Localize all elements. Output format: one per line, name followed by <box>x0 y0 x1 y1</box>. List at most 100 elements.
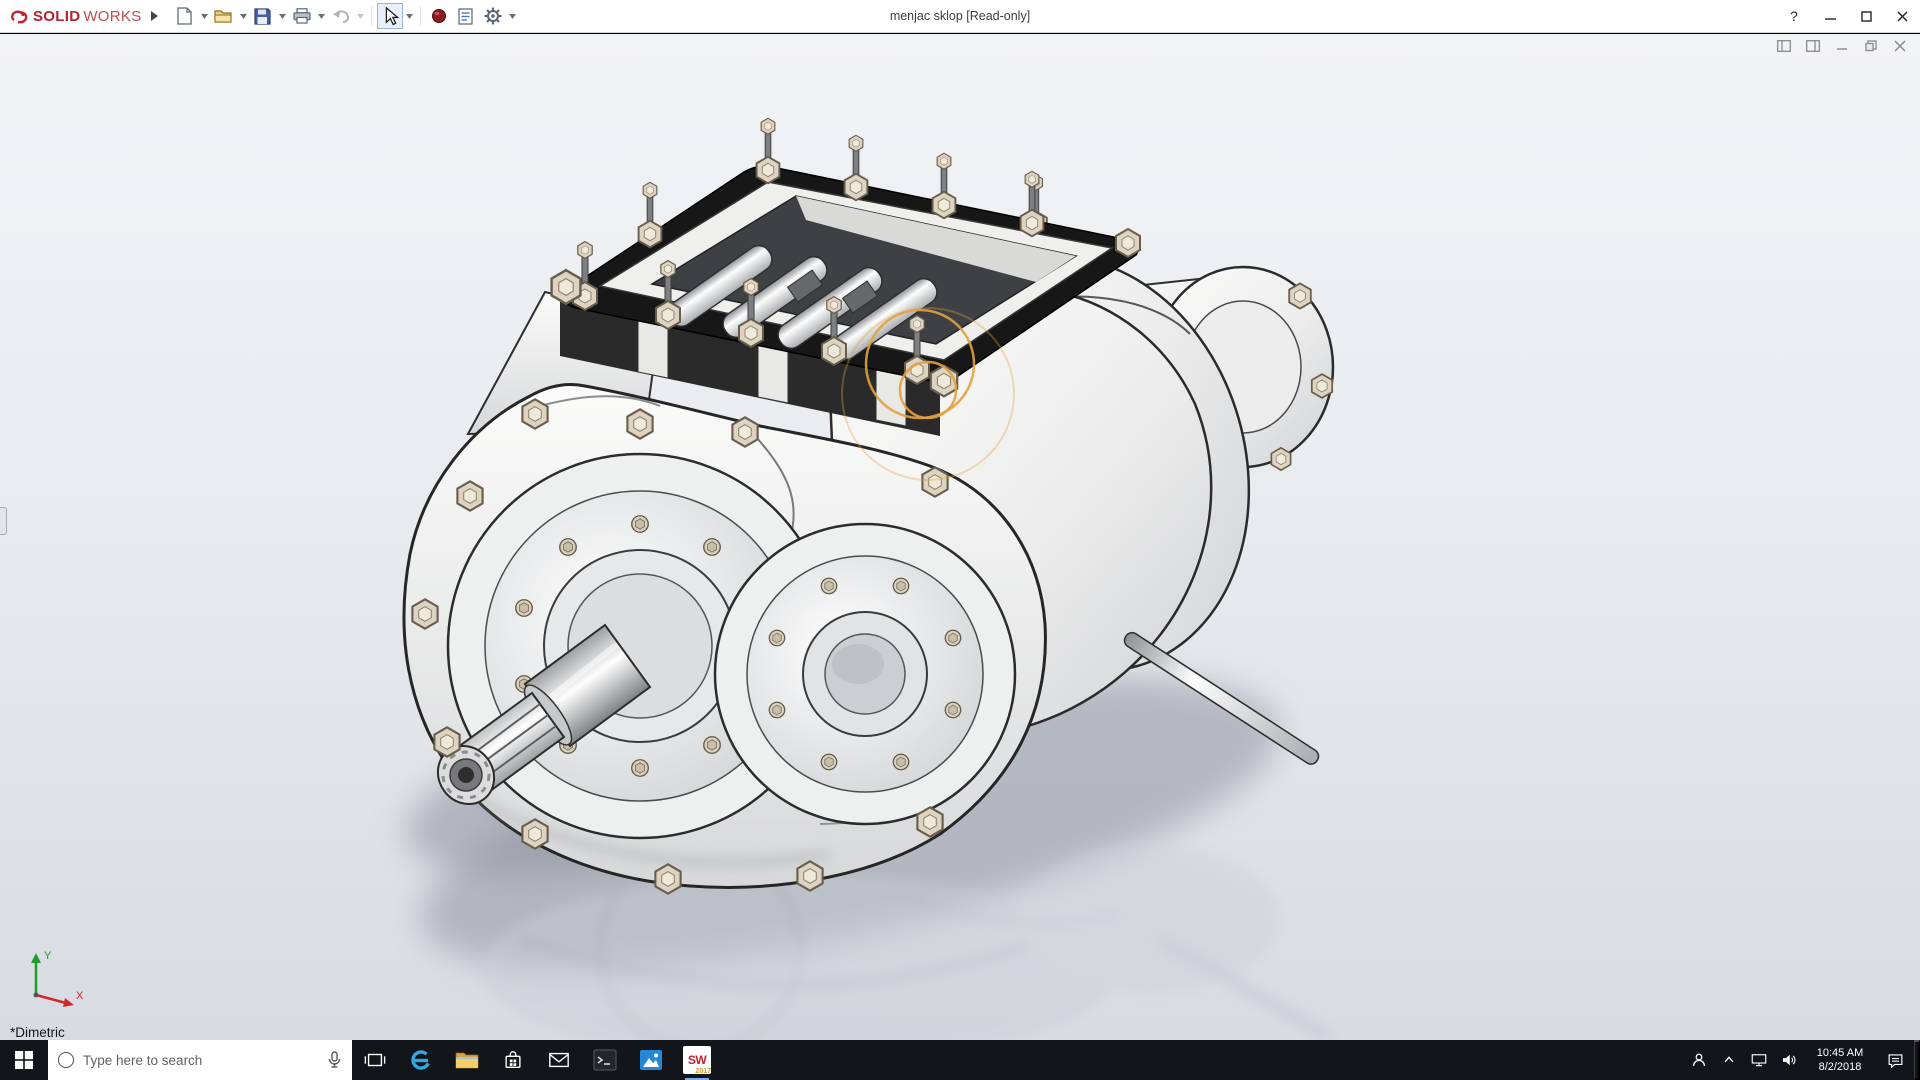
open-dropdown[interactable] <box>238 3 249 29</box>
gearbox-model[interactable] <box>0 34 1920 1040</box>
taskbar-clock[interactable]: 10:45 AM 8/2/2018 <box>1804 1040 1876 1080</box>
minimize-button[interactable] <box>1812 0 1848 33</box>
undo-icon <box>332 10 349 23</box>
chevron-up-icon <box>1724 1056 1734 1063</box>
file-explorer-icon <box>455 1052 479 1069</box>
sw-icon-year: 2017 <box>695 1068 711 1075</box>
solidworks-logo: SOLID WORKS <box>0 7 146 25</box>
solidworks-2017-icon: SW 2017 <box>683 1046 711 1075</box>
terminal-icon <box>593 1049 617 1071</box>
start-button[interactable] <box>0 1040 48 1080</box>
terminal-app-button[interactable] <box>582 1040 628 1080</box>
pane-left-icon <box>1777 40 1791 52</box>
select-dropdown[interactable] <box>404 3 415 29</box>
flyout-arrow-icon <box>150 11 158 21</box>
x-axis-label: X <box>76 990 84 1002</box>
doc-restore-button[interactable] <box>1861 38 1881 54</box>
main-toolbar <box>172 3 518 29</box>
toolbar-separator <box>419 6 421 26</box>
y-axis-arrow <box>31 953 41 963</box>
titlebar: SOLID WORKS menjac sklop [Read-only] ? <box>0 0 1920 33</box>
help-button[interactable]: ? <box>1776 0 1812 33</box>
undo-button[interactable] <box>328 3 354 29</box>
toolbar-separator <box>370 6 372 26</box>
document-window-controls <box>1774 38 1910 54</box>
caret-down-icon <box>356 13 364 19</box>
action-center-icon <box>1888 1053 1902 1069</box>
x-axis-arrow <box>63 998 74 1007</box>
brand-text-works: WORKS <box>83 7 142 25</box>
edge-icon <box>411 1050 431 1070</box>
rebuild-button[interactable] <box>426 3 452 29</box>
people-button[interactable] <box>1684 1040 1714 1080</box>
mail-icon <box>549 1052 569 1068</box>
options-button[interactable] <box>480 3 506 29</box>
caret-down-icon <box>508 13 516 19</box>
taskbar-search[interactable] <box>48 1040 352 1080</box>
store-icon <box>505 1051 521 1069</box>
caret-down-icon <box>239 13 247 19</box>
file-properties-icon <box>458 7 473 25</box>
edge-button[interactable] <box>398 1040 444 1080</box>
cortana-icon <box>58 1052 74 1068</box>
print-dropdown[interactable] <box>316 3 327 29</box>
show-desktop-button[interactable] <box>1914 1040 1920 1080</box>
open-button[interactable] <box>211 3 237 29</box>
store-button[interactable] <box>490 1040 536 1080</box>
doc-minimize-button[interactable] <box>1832 38 1852 54</box>
graphics-area[interactable]: Y X *Dimetric <box>0 34 1920 1040</box>
select-cursor-icon <box>385 6 399 26</box>
right-flange[interactable] <box>713 522 1017 826</box>
panel-collapse-handle[interactable] <box>0 506 7 535</box>
task-view-icon <box>364 1053 386 1067</box>
pane-left-button[interactable] <box>1774 38 1794 54</box>
maximize-button[interactable] <box>1848 0 1884 33</box>
undo-dropdown[interactable] <box>355 3 366 29</box>
close-button[interactable] <box>1884 0 1920 33</box>
mail-button[interactable] <box>536 1040 582 1080</box>
maximize-icon <box>1860 10 1872 22</box>
solidworks-app-button[interactable]: SW 2017 <box>674 1040 720 1080</box>
options-dropdown[interactable] <box>507 3 518 29</box>
clock-time: 10:45 AM <box>1816 1047 1864 1059</box>
window-controls: ? <box>1776 0 1920 33</box>
windows-logo-icon <box>15 1051 33 1069</box>
3ds-logo-icon <box>11 10 28 24</box>
doc-minimize-icon <box>1837 48 1847 50</box>
print-button[interactable] <box>289 3 315 29</box>
microphone-icon[interactable] <box>327 1051 342 1069</box>
task-view-button[interactable] <box>352 1040 398 1080</box>
view-orientation-label: *Dimetric <box>10 1025 65 1040</box>
open-folder-icon <box>214 10 232 23</box>
taskbar: SW 2017 <box>0 1040 1920 1080</box>
document-title: menjac sklop [Read-only] <box>889 9 1031 23</box>
brand-text-solid: SOLID <box>33 7 81 25</box>
y-axis-label: Y <box>44 950 52 962</box>
save-button[interactable] <box>250 3 276 29</box>
pane-right-icon <box>1806 40 1820 52</box>
close-icon <box>1897 11 1907 21</box>
file-explorer-button[interactable] <box>444 1040 490 1080</box>
print-icon <box>292 8 311 24</box>
doc-close-button[interactable] <box>1890 38 1910 54</box>
toolbar-flyout-arrow[interactable] <box>146 3 162 29</box>
photos-app-button[interactable] <box>628 1040 674 1080</box>
pane-right-button[interactable] <box>1803 38 1823 54</box>
select-button[interactable] <box>376 3 403 29</box>
hidden-icons-button[interactable] <box>1714 1040 1744 1080</box>
new-document-button[interactable] <box>172 3 198 29</box>
system-tray: 10:45 AM 8/2/2018 <box>1684 1040 1920 1080</box>
search-input[interactable] <box>83 1052 318 1068</box>
new-document-dropdown[interactable] <box>199 3 210 29</box>
people-icon <box>1692 1053 1706 1066</box>
volume-button[interactable] <box>1774 1040 1804 1080</box>
network-icon <box>1751 1054 1767 1067</box>
caret-down-icon <box>317 13 325 19</box>
save-dropdown[interactable] <box>277 3 288 29</box>
file-properties-button[interactable] <box>453 3 479 29</box>
action-center-button[interactable] <box>1876 1040 1914 1080</box>
caret-down-icon <box>200 13 208 19</box>
network-button[interactable] <box>1744 1040 1774 1080</box>
gear-icon <box>484 7 502 25</box>
orientation-triad: Y X <box>22 947 92 1014</box>
